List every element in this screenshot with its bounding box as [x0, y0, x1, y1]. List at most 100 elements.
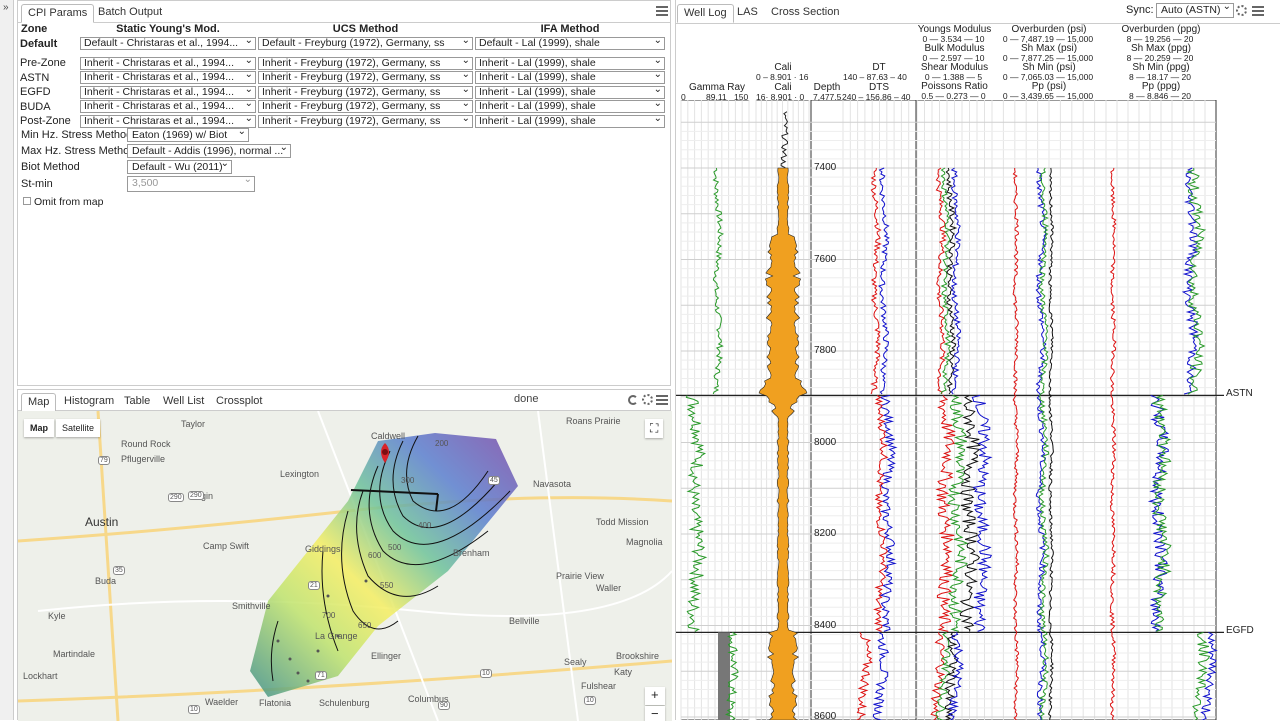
stmin-label: St-min — [21, 178, 53, 190]
highway-shield: 10 — [188, 705, 200, 714]
highway-shield: 79 — [98, 456, 110, 465]
place-label: Giddings — [305, 544, 341, 554]
place-label: Martindale — [53, 649, 96, 659]
gamma-ray-curve — [685, 395, 708, 632]
youngs-select[interactable]: Default - Christaras et al., 1994... — [80, 37, 256, 50]
ucs-select[interactable]: Inherit - Freyburg (1972), Germany, ss — [258, 114, 473, 128]
zoom-in-button[interactable]: + — [645, 687, 665, 705]
zone-marker-label: ASTN — [1226, 388, 1253, 400]
place-label: Brookshire — [616, 651, 660, 661]
tab-cross-section[interactable]: Cross Section — [765, 4, 845, 23]
omit-checkbox[interactable] — [23, 197, 31, 205]
ifa-select[interactable]: Default - Lal (1999), shale — [475, 37, 665, 50]
stmin-input[interactable]: 3,500 — [127, 174, 255, 192]
contour-label: 200 — [435, 439, 449, 448]
zone-prezone: Pre-Zone — [20, 57, 66, 70]
zone-buda: BUDA — [20, 100, 51, 113]
place-label: Todd Mission — [596, 517, 649, 527]
highway-shield: 10 — [480, 669, 492, 678]
status-text: done — [514, 393, 539, 405]
ucs-select[interactable]: Inherit - Freyburg (1972), Germany, ss — [258, 100, 473, 114]
place-label: Flatonia — [259, 698, 292, 708]
ucs-select[interactable]: Inherit - Freyburg (1972), Germany, ss — [258, 85, 473, 99]
cpi-params-panel: CPI Params Batch Output Zone Static Youn… — [17, 0, 671, 386]
max-hz-select[interactable]: Default - Addis (1996), normal ... — [127, 142, 291, 158]
ifa-select[interactable]: Inherit - Lal (1999), shale — [475, 114, 665, 128]
sidebar-toggle[interactable]: » — [0, 0, 14, 720]
place-label: Taylor — [181, 419, 206, 429]
expand-icon: » — [3, 2, 9, 13]
place-label: Buda — [95, 576, 117, 586]
place-label: Brenham — [453, 548, 490, 558]
youngs-select[interactable]: Inherit - Christaras et al., 1994... — [80, 56, 256, 70]
fullscreen-icon[interactable]: ⛶ — [645, 419, 664, 438]
biot-label: Biot Method — [21, 161, 80, 173]
place-label: Navasota — [533, 479, 572, 489]
youngs-select[interactable]: Inherit - Christaras et al., 1994... — [80, 71, 256, 85]
tab-map[interactable]: Map — [21, 393, 57, 412]
tab-well-list[interactable]: Well List — [157, 393, 210, 412]
youngs-select[interactable]: Inherit - Christaras et al., 1994... — [80, 85, 256, 99]
place-label: Katy — [614, 667, 633, 677]
tab-well-log[interactable]: Well Log — [677, 4, 734, 23]
gear-icon[interactable] — [642, 394, 653, 405]
hamburger-menu-icon[interactable] — [656, 6, 668, 16]
dt-curve — [855, 632, 873, 720]
shmax-ppg-curve — [1192, 631, 1211, 720]
map-type-map[interactable]: Map — [24, 419, 54, 437]
map-canvas[interactable]: Map Satellite ⛶ + − Taylor Round Rock Pflu… — [18, 411, 672, 721]
highway-shield: 10 — [584, 696, 596, 705]
tab-table[interactable]: Table — [118, 393, 156, 412]
place-label: Waelder — [205, 697, 239, 707]
place-label: Magnolia — [626, 537, 663, 547]
place-label: Prairie View — [556, 571, 604, 581]
highway-shield: 35 — [113, 566, 125, 575]
place-label: Roans Prairie — [566, 416, 621, 426]
zoom-out-button[interactable]: − — [645, 706, 665, 721]
header-ifa: IFA Method — [540, 23, 600, 35]
youngs-select[interactable]: Inherit - Christaras et al., 1994... — [80, 100, 256, 114]
tab-las[interactable]: LAS — [731, 4, 764, 23]
hamburger-menu-icon[interactable] — [656, 395, 668, 405]
ucs-select[interactable]: Inherit - Freyburg (1972), Germany, ss — [258, 56, 473, 70]
modulus-curve — [947, 394, 969, 632]
min-hz-label: Min Hz. Stress Method — [21, 129, 133, 141]
place-label: La Grange — [315, 631, 358, 641]
place-label: Bellville — [509, 616, 540, 626]
modulus-curve — [971, 394, 993, 632]
tab-cpi-params[interactable]: CPI Params — [21, 4, 95, 23]
place-label: Ellinger — [371, 651, 402, 661]
place-label: Waller — [596, 583, 622, 593]
tab-batch-output[interactable]: Batch Output — [92, 4, 168, 23]
gear-icon[interactable] — [1236, 5, 1247, 16]
depth-tick-label: 7800 — [814, 345, 837, 356]
youngs-select[interactable]: Inherit - Christaras et al., 1994... — [80, 114, 256, 128]
biot-select[interactable]: Default - Wu (2011) — [127, 158, 232, 174]
contour-label: 650 — [358, 621, 372, 630]
depth-tick-label: 7600 — [814, 253, 837, 265]
gamma-fill — [718, 632, 730, 720]
place-label: Caldwell — [371, 431, 406, 441]
ifa-select[interactable]: Inherit - Lal (1999), shale — [475, 56, 665, 70]
ucs-select[interactable]: Default - Freyburg (1972), Germany, ss — [258, 37, 473, 50]
ucs-select[interactable]: Inherit - Freyburg (1972), Germany, ss — [258, 71, 473, 85]
map-type-satellite[interactable]: Satellite — [56, 419, 101, 437]
log-tracks-svg[interactable] — [676, 100, 1280, 720]
right-tabs: Well Log LAS Cross Section Sync: Auto (A… — [676, 0, 1280, 24]
zone-astn: ASTN — [20, 71, 50, 84]
contour-label: 550 — [380, 581, 394, 590]
hamburger-menu-icon[interactable] — [1252, 6, 1264, 16]
tab-histogram[interactable]: Histogram — [58, 393, 120, 412]
sync-select[interactable]: Auto (ASTN) — [1156, 1, 1234, 18]
ifa-select[interactable]: Inherit - Lal (1999), shale — [475, 100, 665, 114]
ifa-select[interactable]: Inherit - Lal (1999), shale — [475, 85, 665, 99]
highway-shield: 71 — [315, 671, 327, 680]
min-hz-select[interactable]: Eaton (1969) w/ Biot — [127, 126, 249, 142]
header-youngs: Static Young's Mod. — [116, 23, 220, 35]
ifa-select[interactable]: Inherit - Lal (1999), shale — [475, 71, 665, 85]
tab-crossplot[interactable]: Crossplot — [210, 393, 268, 412]
highway-shield: 21 — [308, 581, 320, 590]
contour-label: 300 — [401, 476, 415, 485]
place-label: Fulshear — [581, 681, 617, 691]
refresh-icon[interactable] — [628, 395, 638, 405]
